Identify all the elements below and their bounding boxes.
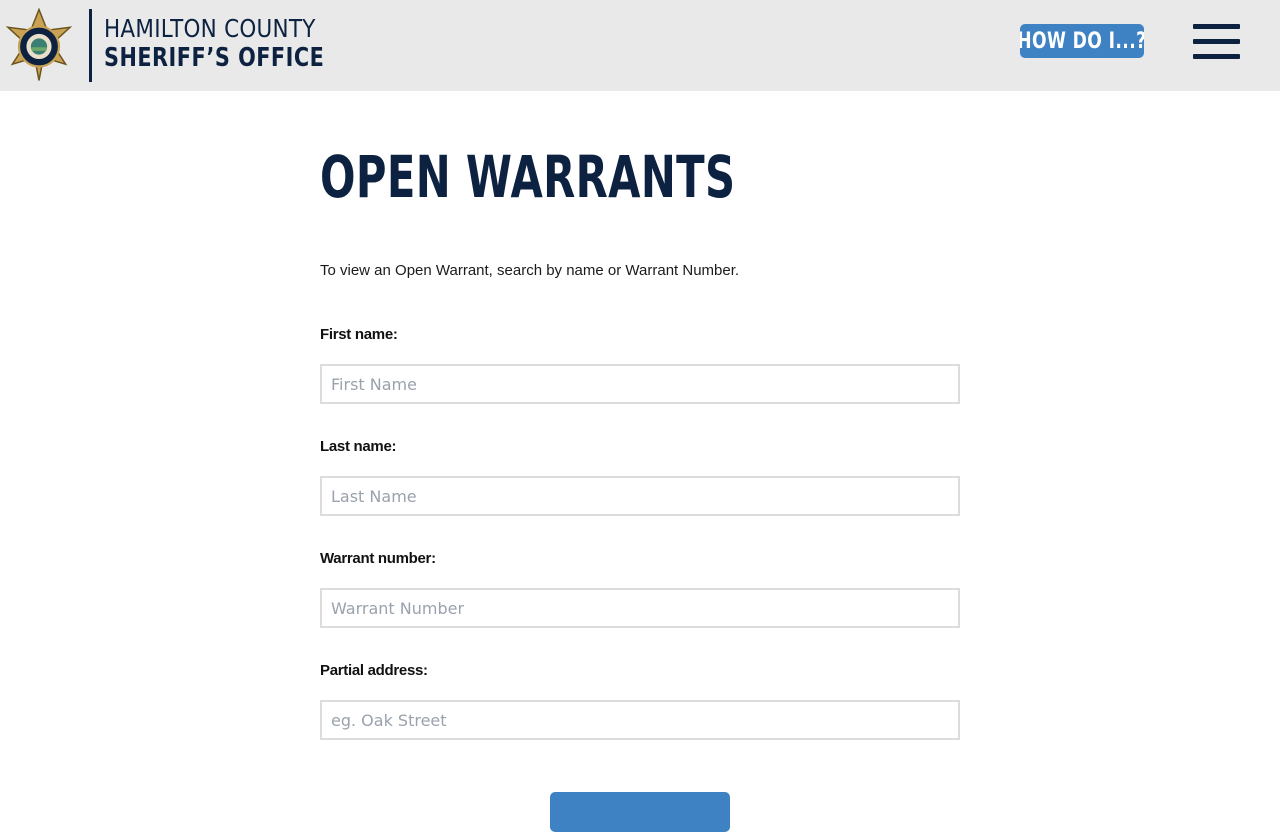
intro-text: To view an Open Warrant, search by name …: [320, 262, 740, 279]
hamburger-menu-icon[interactable]: [1193, 24, 1240, 60]
logo-divider: [89, 9, 92, 82]
last-name-input[interactable]: [320, 476, 960, 516]
partial-address-label: Partial address:: [320, 662, 428, 679]
how-do-i-button[interactable]: HOW DO I...?: [1020, 24, 1144, 58]
menu-bar-bottom: [1193, 54, 1240, 59]
warrant-number-input[interactable]: [320, 588, 960, 628]
search-button[interactable]: [550, 792, 730, 832]
partial-address-input[interactable]: [320, 700, 960, 740]
site-header: HAMILTON COUNTY SHERIFF’S OFFICE HOW DO …: [0, 0, 1280, 91]
menu-bar-middle: [1193, 39, 1240, 44]
last-name-label: Last name:: [320, 438, 397, 455]
logo-office-name[interactable]: SHERIFF’S OFFICE: [104, 43, 324, 73]
first-name-input[interactable]: [320, 364, 960, 404]
sheriff-badge-logo[interactable]: [2, 8, 76, 82]
page-title: OPEN WARRANTS: [320, 143, 736, 211]
first-name-label: First name:: [320, 326, 398, 343]
warrant-number-label: Warrant number:: [320, 550, 436, 567]
menu-bar-top: [1193, 24, 1240, 29]
how-do-i-label: HOW DO I...?: [1020, 28, 1144, 54]
logo-county-name[interactable]: HAMILTON COUNTY: [104, 14, 316, 43]
